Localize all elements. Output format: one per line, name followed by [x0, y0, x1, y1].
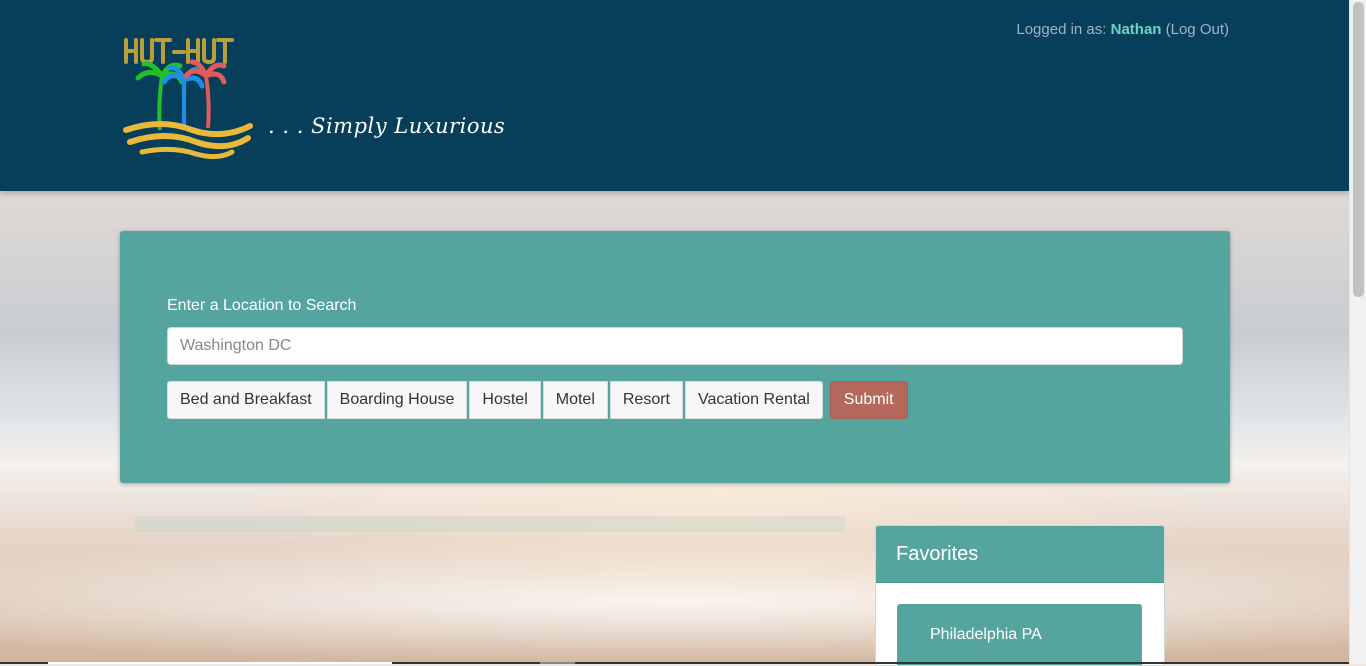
- type-motel-button[interactable]: Motel: [542, 381, 608, 419]
- search-panel: Enter a Location to Search Bed and Break…: [120, 231, 1230, 483]
- type-hostel-button[interactable]: Hostel: [469, 381, 541, 419]
- login-status: Logged in as: Nathan (Log Out): [1016, 21, 1229, 38]
- type-boarding-house-button[interactable]: Boarding House: [326, 381, 468, 419]
- submit-button[interactable]: Submit: [829, 381, 908, 419]
- site-header: . . . Simply Luxurious Logged in as: Nat…: [0, 0, 1349, 191]
- favorite-item[interactable]: Philadelphia PA: [897, 604, 1142, 665]
- site-tagline: . . . Simply Luxurious: [268, 114, 506, 138]
- favorites-title: Favorites: [876, 526, 1164, 583]
- logout-link[interactable]: (Log Out): [1166, 21, 1229, 38]
- palm-trees-logo[interactable]: [122, 34, 272, 162]
- type-bed-and-breakfast-button[interactable]: Bed and Breakfast: [167, 381, 325, 419]
- results-area: [135, 516, 845, 532]
- accommodation-type-group: Bed and Breakfast Boarding House Hostel …: [167, 381, 908, 419]
- login-prefix: Logged in as:: [1016, 21, 1107, 38]
- location-search-input[interactable]: [167, 327, 1183, 365]
- type-resort-button[interactable]: Resort: [609, 381, 683, 419]
- type-vacation-rental-button[interactable]: Vacation Rental: [685, 381, 823, 419]
- scrollbar-thumb[interactable]: [1353, 2, 1364, 297]
- favorites-panel: Favorites Philadelphia PA: [875, 525, 1165, 666]
- page-scrollbar[interactable]: [1349, 0, 1366, 664]
- username: Nathan: [1110, 21, 1162, 38]
- search-label: Enter a Location to Search: [167, 297, 357, 314]
